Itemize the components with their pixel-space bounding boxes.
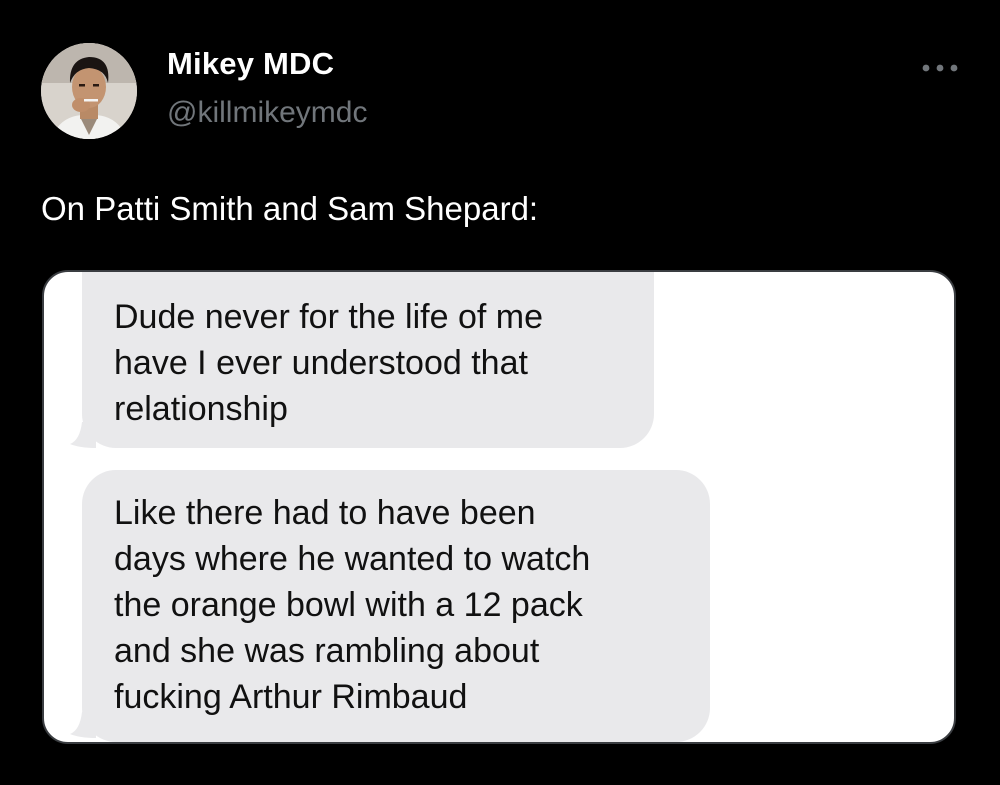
ellipsis-icon bbox=[922, 64, 958, 72]
display-name[interactable]: Mikey MDC bbox=[167, 46, 334, 82]
message-bubble: Dude never for the life of me have I eve… bbox=[82, 272, 654, 448]
more-options-button[interactable] bbox=[918, 55, 962, 81]
avatar[interactable] bbox=[41, 43, 137, 139]
media-image[interactable]: Dude never for the life of me have I eve… bbox=[42, 270, 956, 744]
handle[interactable]: @killmikeymdc bbox=[167, 96, 367, 130]
message-line: Like there had to have been bbox=[114, 494, 536, 532]
message-line: have I ever understood that bbox=[114, 344, 528, 382]
message-line: days where he wanted to watch bbox=[114, 540, 591, 578]
message-bubble: Like there had to have been days where h… bbox=[82, 470, 710, 742]
message-line: the orange bowl with a 12 pack bbox=[114, 586, 583, 624]
message-line: relationship bbox=[114, 390, 288, 428]
message-line: Dude never for the life of me bbox=[114, 298, 544, 336]
profile-photo-icon bbox=[41, 43, 137, 139]
message-line: fucking Arthur Rimbaud bbox=[114, 678, 468, 716]
tweet-text: On Patti Smith and Sam Shepard: bbox=[41, 190, 539, 227]
message-line: and she was rambling about bbox=[114, 632, 540, 670]
